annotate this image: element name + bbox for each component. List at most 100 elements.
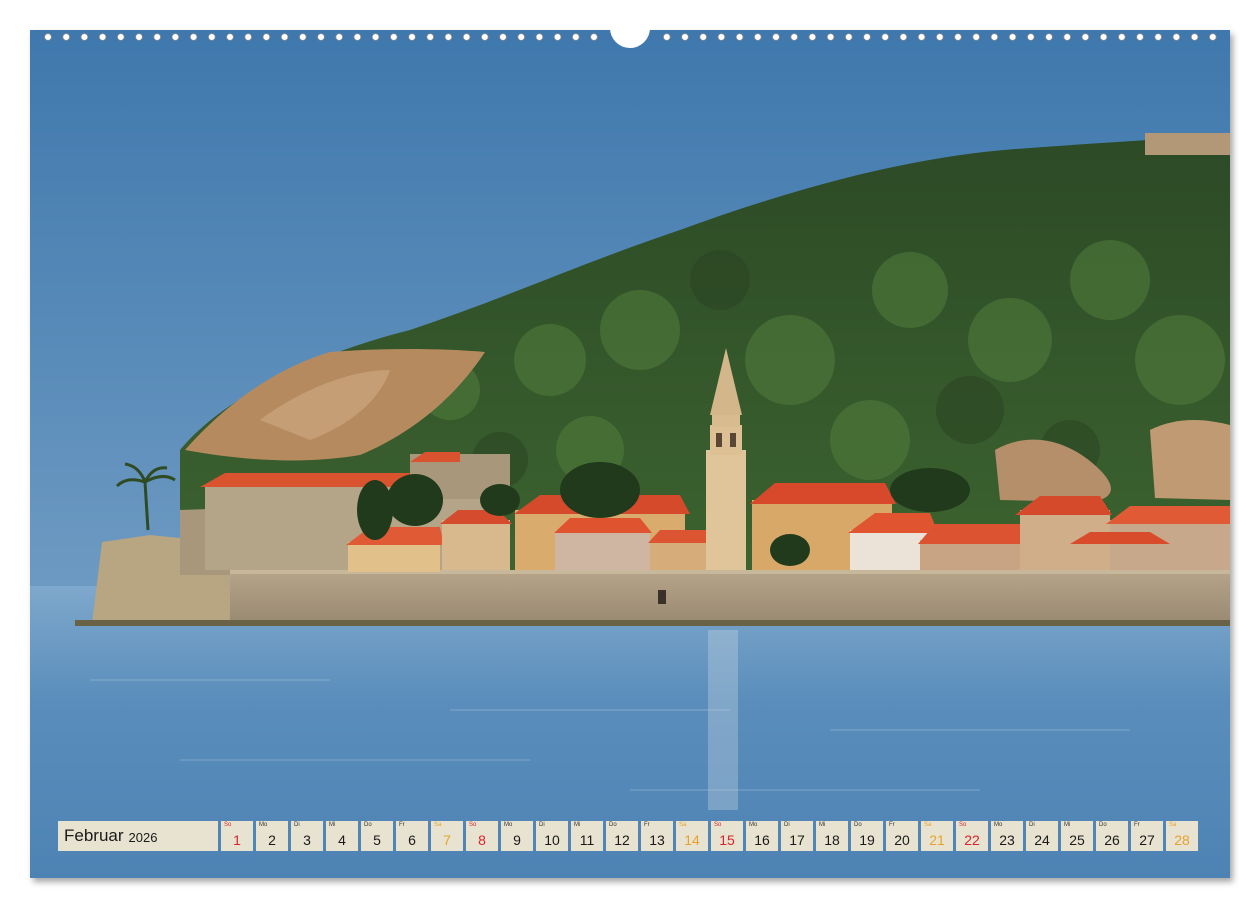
binding-hole xyxy=(263,34,270,41)
binding-hole xyxy=(864,34,871,41)
weekday-label: Sa xyxy=(924,822,931,828)
weekday-label: Sa xyxy=(1169,822,1176,828)
day-number: 20 xyxy=(886,832,918,848)
day-cell: Fr 20 xyxy=(886,821,918,851)
binding-hole xyxy=(845,34,852,41)
day-cell: Mi 11 xyxy=(571,821,603,851)
binding-hole xyxy=(463,34,470,41)
binding-hole xyxy=(1046,34,1053,41)
weekday-label: Mo xyxy=(994,822,1002,828)
day-number: 23 xyxy=(991,832,1023,848)
day-number: 9 xyxy=(501,832,533,848)
day-cell: Fr27 xyxy=(1131,821,1163,851)
binding-hole xyxy=(208,34,215,41)
weekday-label: So xyxy=(714,822,721,828)
day-number: 28 xyxy=(1166,832,1198,848)
binding-hole xyxy=(973,34,980,41)
binding-hole xyxy=(718,34,725,41)
binding-hole xyxy=(81,34,88,41)
month-label-cell: Februar 2026 xyxy=(58,821,218,851)
weekday-label: Do xyxy=(854,822,862,828)
binding-hole xyxy=(1009,34,1016,41)
binding-hole xyxy=(227,34,234,41)
day-cell: Sa 7 xyxy=(431,821,463,851)
binding-hole xyxy=(318,34,325,41)
binding-hole xyxy=(572,34,579,41)
binding-hole xyxy=(991,34,998,41)
binding-hole xyxy=(1209,34,1216,41)
binding-hole xyxy=(591,34,598,41)
weekday-label: Do xyxy=(609,822,617,828)
binding-hole xyxy=(827,34,834,41)
binding-hole xyxy=(445,34,452,41)
day-number: 3 xyxy=(291,832,323,848)
day-cell: Mo 23 xyxy=(991,821,1023,851)
day-number: 27 xyxy=(1131,832,1163,848)
weekday-label: So xyxy=(469,822,476,828)
binding-hole xyxy=(700,34,707,41)
day-cell: Do19 xyxy=(851,821,883,851)
weekday-label: Mo xyxy=(259,822,267,828)
day-number: 2 xyxy=(256,832,288,848)
binding-hole xyxy=(172,34,179,41)
binding-hole xyxy=(1118,34,1125,41)
binding-hole xyxy=(663,34,670,41)
binding-hole xyxy=(1137,34,1144,41)
binding-hole xyxy=(281,34,288,41)
coastal-town-photo xyxy=(30,30,1230,878)
day-cell: Di3 xyxy=(291,821,323,851)
binding-hole xyxy=(427,34,434,41)
day-number: 16 xyxy=(746,832,778,848)
weekday-label: Mi xyxy=(329,822,335,828)
day-cell: Mi4 xyxy=(326,821,358,851)
day-cell: So 15 xyxy=(711,821,743,851)
weekday-label: Mi xyxy=(574,822,580,828)
day-number: 24 xyxy=(1026,832,1058,848)
weekday-label: So xyxy=(959,822,966,828)
day-cell: Mi25 xyxy=(1061,821,1093,851)
binding-hole xyxy=(136,34,143,41)
binding-hole xyxy=(1100,34,1107,41)
binding-hole xyxy=(554,34,561,41)
day-number: 10 xyxy=(536,832,568,848)
binding-hole xyxy=(1191,34,1198,41)
binding-hole xyxy=(299,34,306,41)
day-number: 1 xyxy=(221,832,253,848)
binding-hole xyxy=(1082,34,1089,41)
day-number: 22 xyxy=(956,832,988,848)
weekday-label: Sa xyxy=(679,822,686,828)
binding-hole xyxy=(791,34,798,41)
day-cell: Sa21 xyxy=(921,821,953,851)
day-number: 7 xyxy=(431,832,463,848)
weekday-label: Fr xyxy=(889,822,895,828)
binding-hole xyxy=(190,34,197,41)
weekday-label: Mi xyxy=(819,822,825,828)
binding-hole xyxy=(936,34,943,41)
binding-hole xyxy=(773,34,780,41)
weekday-label: Do xyxy=(1099,822,1107,828)
binding-hole xyxy=(63,34,70,41)
day-cell: Di17 xyxy=(781,821,813,851)
binding-hole xyxy=(372,34,379,41)
binding-hole xyxy=(1173,34,1180,41)
binding-hole xyxy=(1155,34,1162,41)
day-cell: So 8 xyxy=(466,821,498,851)
day-number: 6 xyxy=(396,832,428,848)
weekday-label: Sa xyxy=(434,822,441,828)
day-cell: Sa 28 xyxy=(1166,821,1198,851)
day-number: 11 xyxy=(571,832,603,848)
day-number: 8 xyxy=(466,832,498,848)
day-number: 12 xyxy=(606,832,638,848)
binding-hole xyxy=(536,34,543,41)
day-number: 15 xyxy=(711,832,743,848)
weekday-label: Mi xyxy=(1064,822,1070,828)
day-number: 18 xyxy=(816,832,848,848)
binding-hole xyxy=(1027,34,1034,41)
month-name: Februar xyxy=(64,826,124,846)
day-number: 17 xyxy=(781,832,813,848)
day-cell: Sa14 xyxy=(676,821,708,851)
binding-hole xyxy=(1064,34,1071,41)
binding-hole xyxy=(245,34,252,41)
binding-hole xyxy=(955,34,962,41)
day-cell: Do26 xyxy=(1096,821,1128,851)
